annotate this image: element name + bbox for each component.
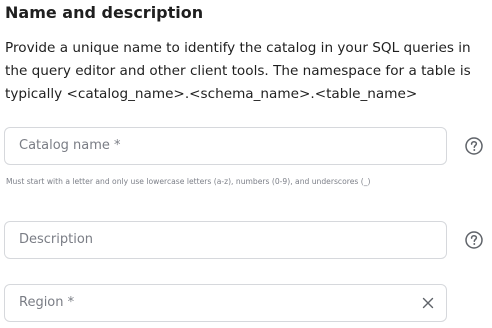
- description-field[interactable]: Description: [4, 221, 447, 259]
- catalog-name-label: Catalog name *: [19, 138, 121, 153]
- question-circle-icon[interactable]: [465, 137, 483, 155]
- close-icon[interactable]: [422, 297, 434, 309]
- section-title: Name and description: [5, 3, 204, 22]
- description-label: Description: [19, 232, 94, 247]
- question-circle-icon[interactable]: [465, 231, 483, 249]
- description-line: typically <catalog_name>.<schema_name>.<…: [5, 86, 418, 102]
- region-label: Region *: [19, 295, 75, 310]
- description-line: the query editor and other client tools.…: [5, 63, 471, 79]
- description-line: Provide a unique name to identify the ca…: [5, 40, 471, 56]
- region-select[interactable]: Region *: [4, 284, 447, 322]
- section-description: Provide a unique name to identify the ca…: [5, 37, 489, 106]
- catalog-name-field[interactable]: Catalog name *: [4, 127, 447, 165]
- catalog-name-hint: Must start with a letter and only use lo…: [6, 177, 371, 186]
